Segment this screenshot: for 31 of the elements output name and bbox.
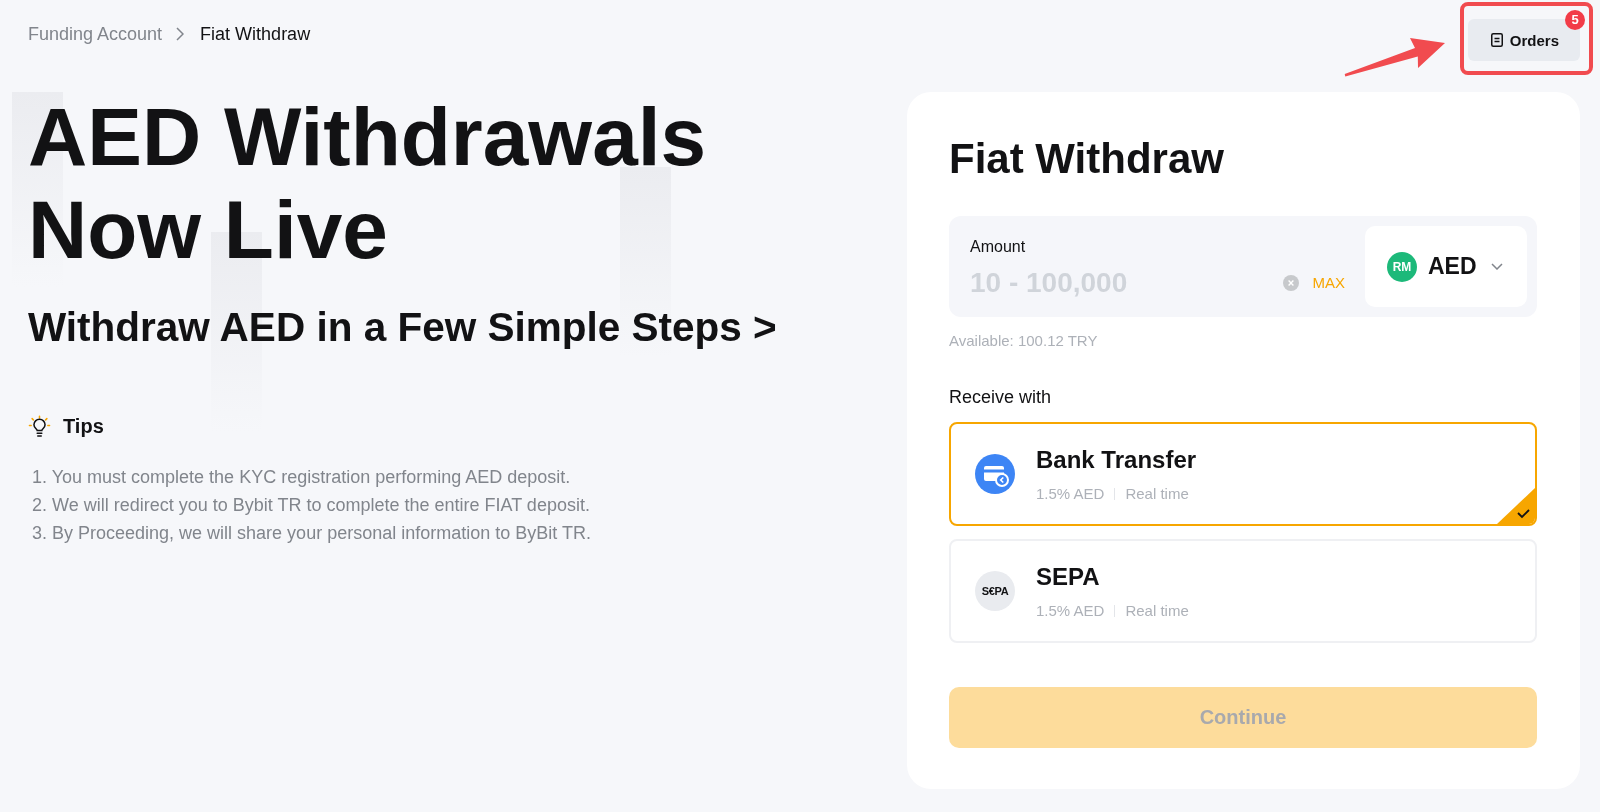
method-name: Bank Transfer: [1036, 445, 1197, 474]
speed-text: Real time: [1125, 601, 1189, 620]
check-corner-icon: [1497, 488, 1535, 525]
steps-link[interactable]: Withdraw AED in a Few Simple Steps >: [28, 303, 777, 351]
currency-selector[interactable]: RM AED: [1365, 226, 1527, 308]
chevron-right-icon: [176, 27, 185, 41]
speed-text: Real time: [1125, 484, 1189, 503]
tip-text: 3. By Proceeding, we will share your personal information to ByBit TR.: [32, 522, 591, 545]
tip-text: 2. We will redirect you to Bybit TR to complete the entire FIAT deposit.: [32, 494, 590, 517]
currency-logo: RM: [1387, 251, 1417, 282]
chevron-down-icon: [1490, 263, 1503, 271]
hero-title: AED Withdrawals Now Live: [28, 90, 708, 276]
tips-heading: Tips: [63, 415, 104, 438]
breadcrumb-link[interactable]: Fiat Withdraw: [200, 24, 311, 44]
lightbulb-icon: [28, 415, 51, 438]
fee-text: 1.5% AED: [1036, 601, 1105, 620]
card-title: Fiat Withdraw: [949, 134, 1224, 184]
payment-option[interactable]: Bank Transfer 1.5% AED Real time: [949, 422, 1537, 527]
receive-label: Receive with: [949, 386, 1052, 409]
amount-label: Amount: [970, 237, 1026, 257]
notification-count: 5: [1565, 10, 1585, 30]
document-icon: [1490, 33, 1503, 47]
sepa-logo: S€PA: [975, 571, 1015, 612]
breadcrumb-link[interactable]: Funding Account: [28, 24, 163, 44]
payment-option[interactable]: S€PA SEPA 1.5% AED Real time: [949, 539, 1537, 644]
method-name: SEPA: [1036, 562, 1100, 591]
bank-card-icon: [975, 454, 1015, 495]
clear-icon[interactable]: [1283, 275, 1300, 291]
available-balance: Available: 100.12 TRY: [949, 331, 1098, 352]
tip-text: 1. You must complete the KYC registration performing AED deposit.: [32, 466, 571, 489]
fee-text: 1.5% AED: [1036, 484, 1105, 503]
